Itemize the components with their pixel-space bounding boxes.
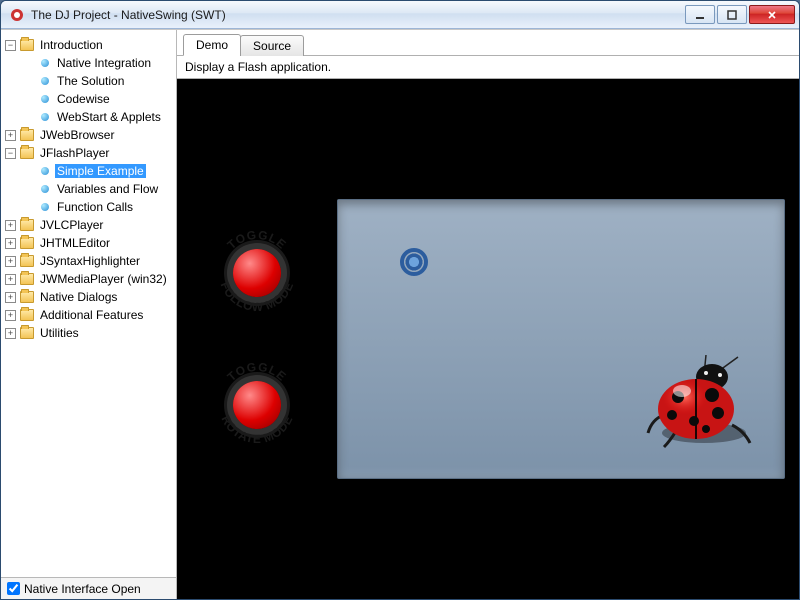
tree-node-jvlcplayer[interactable]: +JVLCPlayer xyxy=(3,216,174,234)
flash-content[interactable]: TOGGLE FOLLOW MODE TOGGLE ROTATE MODE xyxy=(177,184,799,494)
tree-node-native-integration[interactable]: Native Integration xyxy=(37,54,174,72)
bullet-icon xyxy=(41,113,49,121)
close-button[interactable] xyxy=(749,5,795,24)
tree-node-introduction[interactable]: −Introduction xyxy=(3,36,174,54)
maximize-button[interactable] xyxy=(717,5,747,24)
folder-icon xyxy=(20,273,34,285)
tree-node-jsyntaxhighlighter[interactable]: +JSyntaxHighlighter xyxy=(3,252,174,270)
folder-icon xyxy=(20,219,34,231)
folder-icon xyxy=(20,309,34,321)
minimize-button[interactable] xyxy=(685,5,715,24)
description-text: Display a Flash application. xyxy=(177,56,799,79)
tab-demo[interactable]: Demo xyxy=(183,34,241,56)
tree-node-additional-features[interactable]: +Additional Features xyxy=(3,306,174,324)
svg-text:TOGGLE: TOGGLE xyxy=(225,360,290,384)
sidebar: −Introduction Native Integration The Sol… xyxy=(1,30,177,599)
disc-icon xyxy=(400,248,428,276)
flash-viewport: TOGGLE FOLLOW MODE TOGGLE ROTATE MODE xyxy=(177,79,799,599)
status-label: Native Interface Open xyxy=(24,582,141,596)
tree-node-jwmediaplayer[interactable]: +JWMediaPlayer (win32) xyxy=(3,270,174,288)
bullet-icon xyxy=(41,77,49,85)
flash-controls: TOGGLE FOLLOW MODE TOGGLE ROTATE MODE xyxy=(177,184,337,494)
app-icon xyxy=(9,7,25,23)
tree-node-utilities[interactable]: +Utilities xyxy=(3,324,174,342)
bullet-icon xyxy=(41,185,49,193)
tree-node-codewise[interactable]: Codewise xyxy=(37,90,174,108)
tree-node-webstart-applets[interactable]: WebStart & Applets xyxy=(37,108,174,126)
main-panel: Demo Source Display a Flash application.… xyxy=(177,30,799,599)
nav-tree[interactable]: −Introduction Native Integration The Sol… xyxy=(1,30,176,577)
tree-node-jhtmleditor[interactable]: +JHTMLEditor xyxy=(3,234,174,252)
client-area: −Introduction Native Integration The Sol… xyxy=(1,29,799,599)
folder-icon xyxy=(20,291,34,303)
bullet-icon xyxy=(41,95,49,103)
tree-node-jflashplayer[interactable]: −JFlashPlayer xyxy=(3,144,174,162)
window-buttons xyxy=(683,5,795,24)
app-window: The DJ Project - NativeSwing (SWT) −Intr… xyxy=(0,0,800,600)
svg-text:FOLLOW MODE: FOLLOW MODE xyxy=(218,280,297,314)
tree-node-function-calls[interactable]: Function Calls xyxy=(37,198,174,216)
bullet-icon xyxy=(41,203,49,211)
bullet-icon xyxy=(41,167,49,175)
svg-text:TOGGLE: TOGGLE xyxy=(225,228,290,252)
svg-text:ROTATE MODE: ROTATE MODE xyxy=(218,413,295,446)
bullet-icon xyxy=(41,59,49,67)
window-title: The DJ Project - NativeSwing (SWT) xyxy=(31,8,683,22)
folder-icon xyxy=(20,327,34,339)
toggle-follow-button[interactable]: TOGGLE FOLLOW MODE xyxy=(211,227,303,319)
native-interface-checkbox[interactable] xyxy=(7,582,20,595)
folder-icon xyxy=(20,39,34,51)
folder-icon xyxy=(20,129,34,141)
toggle-rotate-button[interactable]: TOGGLE ROTATE MODE xyxy=(211,359,303,451)
tree-node-the-solution[interactable]: The Solution xyxy=(37,72,174,90)
ladybug-icon xyxy=(646,355,756,450)
tab-source[interactable]: Source xyxy=(240,35,304,56)
tab-bar: Demo Source xyxy=(177,30,799,56)
status-bar: Native Interface Open xyxy=(1,577,176,599)
tree-node-variables-flow[interactable]: Variables and Flow xyxy=(37,180,174,198)
folder-icon xyxy=(20,237,34,249)
tree-node-jwebbrowser[interactable]: +JWebBrowser xyxy=(3,126,174,144)
titlebar[interactable]: The DJ Project - NativeSwing (SWT) xyxy=(1,1,799,29)
folder-icon xyxy=(20,255,34,267)
tree-node-native-dialogs[interactable]: +Native Dialogs xyxy=(3,288,174,306)
tree-node-simple-example[interactable]: Simple Example xyxy=(37,162,174,180)
folder-icon xyxy=(20,147,34,159)
flash-stage[interactable] xyxy=(337,199,785,479)
